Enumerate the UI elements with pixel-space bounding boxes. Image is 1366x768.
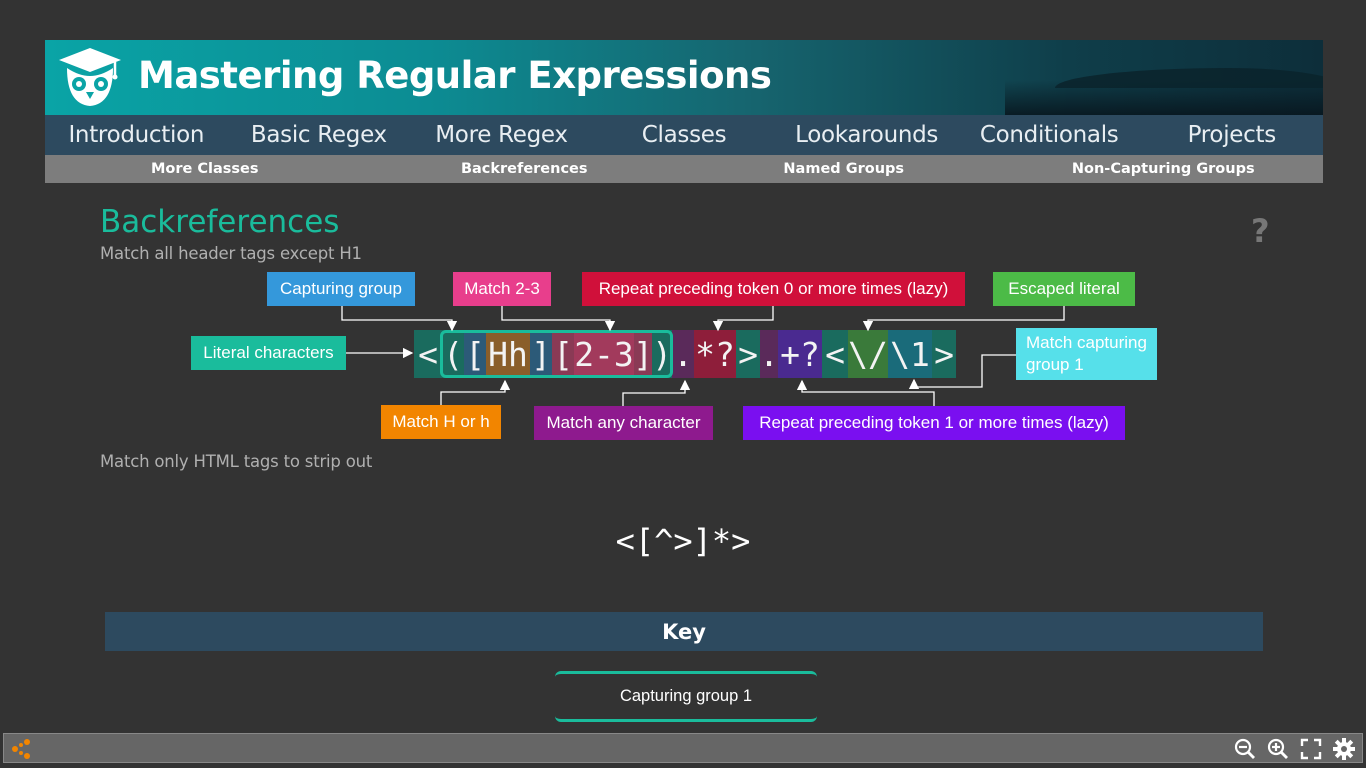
annotation-escaped-literal: Escaped literal — [993, 272, 1135, 306]
token-close-paren: ) — [652, 330, 672, 378]
token-lazy-plus: +? — [778, 330, 822, 378]
token-close-bracket-2: ] — [633, 330, 653, 378]
annotation-match-any-character: Match any character — [534, 406, 713, 440]
sub-nav: More Classes Backreferences Named Groups… — [45, 155, 1323, 183]
help-icon[interactable]: ? — [1251, 212, 1270, 250]
annotation-capturing-group: Capturing group — [267, 272, 415, 306]
annotation-match-2-3: Match 2-3 — [453, 272, 551, 306]
subnav-non-capturing-groups[interactable]: Non-Capturing Groups — [1004, 161, 1324, 177]
token-lt-2: < — [822, 330, 848, 378]
token-dot-2: . — [759, 330, 779, 378]
nav-classes[interactable]: Classes — [593, 122, 776, 148]
nav-conditionals[interactable]: Conditionals — [958, 122, 1141, 148]
annotation-match-h-or-h: Match H or h — [381, 405, 501, 439]
header-banner: Mastering Regular Expressions — [45, 40, 1323, 115]
settings-gear-icon[interactable] — [1332, 737, 1356, 761]
owl-graduate-logo-icon — [59, 48, 121, 106]
zoom-out-icon[interactable] — [1233, 737, 1257, 761]
key-item-capturing-group-1: Capturing group 1 — [555, 671, 817, 722]
nav-more-regex[interactable]: More Regex — [410, 122, 593, 148]
token-gt: > — [736, 330, 760, 378]
token-open-bracket: [ — [464, 330, 486, 378]
regex-example-1: < ( [ Hh ] [ 2-3 ] ) . *? > . +? < \/ \1… — [414, 330, 956, 378]
subnav-backreferences[interactable]: Backreferences — [365, 161, 685, 177]
token-backreference-1: \1 — [888, 330, 932, 378]
token-hh: Hh — [486, 330, 530, 378]
example1-description: Match all header tags except H1 — [100, 244, 362, 263]
annotation-match-capturing-group-1: Match capturing group 1 — [1016, 328, 1157, 380]
token-gt-2: > — [932, 330, 956, 378]
bottom-toolbar — [3, 733, 1363, 763]
nav-lookarounds[interactable]: Lookarounds — [775, 122, 958, 148]
annotation-repeat-lazy-1: Repeat preceding token 1 or more times (… — [743, 406, 1125, 440]
token-lazy-star: *? — [694, 330, 736, 378]
fullscreen-icon[interactable] — [1299, 737, 1323, 761]
main-nav: Introduction Basic Regex More Regex Clas… — [45, 115, 1323, 155]
share-icon[interactable] — [9, 737, 33, 761]
token-lt: < — [414, 330, 442, 378]
zoom-in-icon[interactable] — [1266, 737, 1290, 761]
token-close-bracket: ] — [530, 330, 552, 378]
token-range-2-3: 2-3 — [574, 330, 634, 378]
token-dot: . — [672, 330, 694, 378]
token-escaped-slash: \/ — [848, 330, 888, 378]
subnav-more-classes[interactable]: More Classes — [45, 161, 365, 177]
example2-description: Match only HTML tags to strip out — [100, 452, 373, 471]
annotation-repeat-lazy-0: Repeat preceding token 0 or more times (… — [582, 272, 965, 306]
banner-landscape — [1055, 68, 1323, 88]
nav-introduction[interactable]: Introduction — [45, 122, 228, 148]
subnav-named-groups[interactable]: Named Groups — [684, 161, 1004, 177]
regex-example-2: <[^>]*> — [615, 522, 751, 560]
token-open-bracket-2: [ — [552, 330, 574, 378]
token-open-paren: ( — [442, 330, 464, 378]
site-title: Mastering Regular Expressions — [138, 54, 772, 97]
annotation-literal-characters: Literal characters — [191, 336, 346, 370]
page-title: Backreferences — [100, 204, 340, 240]
nav-projects[interactable]: Projects — [1140, 122, 1323, 148]
key-header: Key — [105, 612, 1263, 651]
nav-basic-regex[interactable]: Basic Regex — [228, 122, 411, 148]
